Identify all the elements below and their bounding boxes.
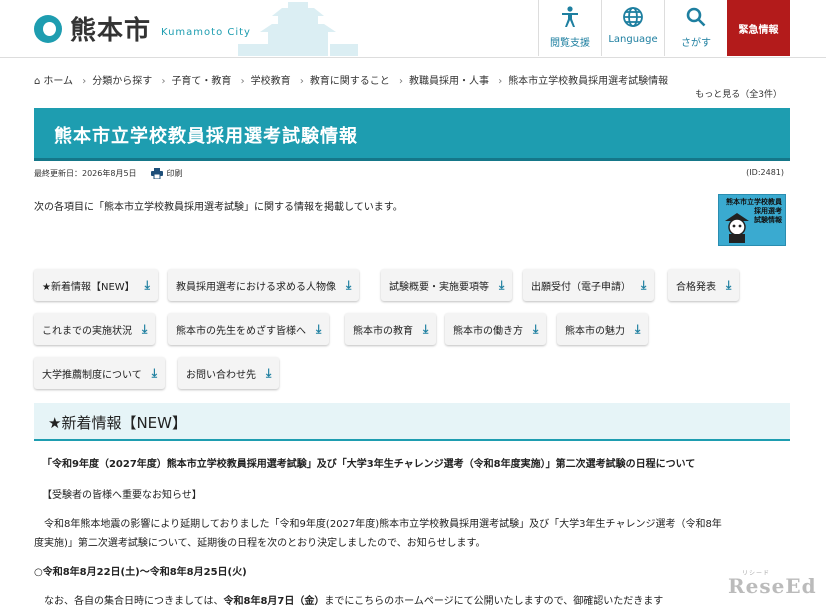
exam-info-banner[interactable]: 熊本市立学校教員 採用選考 試験情報 (718, 194, 786, 246)
watermark-main: ReseEd (728, 574, 817, 598)
logo-text: 熊本市 (70, 16, 152, 46)
language-button[interactable]: Language (601, 0, 664, 56)
anchor-link-application[interactable]: 出願受付（電子申請） ⤓ (523, 269, 655, 301)
body-text: なお、各自の集合日時につきましては、 (44, 596, 224, 607)
section-heading-new: ★新着情報【NEW】 (34, 403, 790, 441)
anchor-link-ideal-person[interactable]: 教員採用選考における求める人物像 ⤓ (168, 269, 360, 301)
last-updated: 最終更新日：2026年8月5日 (34, 169, 137, 178)
watermark-sub: リシード (742, 570, 771, 577)
printer-icon (150, 168, 163, 179)
search-label: さがす (681, 38, 711, 49)
section-title: ★新着情報【NEW】 (48, 414, 187, 432)
news-body-line1: 令和8年熊本地震の影響により延期しておりました「令和9年度(2027年度)熊本市… (44, 519, 722, 530)
news-body-line2: 度実施)」第二次選考試験について、延期後の日程を次のとおり決定しましたので、お知… (34, 538, 486, 549)
news-title: 「令和9年度（2027年度）熊本市立学校教員採用選考試験」及び「大学3年生チャレ… (42, 459, 696, 470)
notice-heading: 【受験者の皆様へ重要なお知らせ】 (42, 490, 202, 501)
intro-text: 次の各項目に「熊本市立学校教員採用選考試験」に関する情報を掲載しています。 (34, 202, 403, 213)
anchor-link-history[interactable]: これまでの実施状況 ⤓ (34, 313, 156, 345)
mascot-icon (725, 213, 749, 243)
breadcrumb-home[interactable]: ホーム (43, 76, 73, 87)
anchor-link-education[interactable]: 熊本市の教育 ⤓ (345, 313, 437, 345)
search-button[interactable]: さがす (664, 0, 727, 56)
page-title-band: 熊本市立学校教員採用選考試験情報 (34, 108, 790, 161)
anchor-link-new[interactable]: ★新着情報【NEW】 ⤓ (34, 269, 158, 301)
download-arrow-icon: ⤓ (151, 365, 158, 380)
breadcrumb-current: 熊本市立学校教員採用選考試験情報 (508, 76, 669, 87)
tag-label: お問い合わせ先 (186, 369, 256, 381)
page-title: 熊本市立学校教員採用選考試験情報 (54, 126, 358, 147)
body-text: までにこちらのホームページにて公開いたしますので、御確認いただきます (324, 596, 664, 607)
download-arrow-icon: ⤓ (266, 365, 272, 380)
chevron-right-icon: › (161, 76, 166, 87)
tag-label: 大学推薦制度について (42, 369, 142, 381)
download-arrow-icon: ⤓ (142, 321, 148, 336)
download-arrow-icon: ⤓ (726, 277, 732, 292)
anchor-link-for-candidates[interactable]: 熊本市の先生をめざす皆様へ ⤓ (168, 313, 330, 345)
tag-label: 教員採用選考における求める人物像 (176, 281, 336, 293)
accessibility-icon (539, 0, 601, 34)
tag-label: 合格発表 (676, 281, 716, 293)
city-emblem-icon (34, 14, 62, 43)
tag-label: 出願受付（電子申請） (531, 281, 631, 293)
deadline-date: 令和8年8月7日（金） (223, 596, 325, 607)
tag-label: ★新着情報【NEW】 (42, 281, 135, 293)
tag-label: 熊本市の魅力 (565, 325, 625, 337)
castle-illustration-icon (238, 2, 358, 56)
accessibility-button[interactable]: 閲覧支援 (538, 0, 601, 56)
home-icon: ⌂ (34, 76, 41, 87)
chevron-right-icon: › (299, 76, 304, 87)
breadcrumb: ⌂ ホーム › 分類から探す › 子育て・教育 › 学校教育 › 教育に関すること › 教職… (34, 72, 674, 87)
breadcrumb-item[interactable]: 学校教育 (251, 76, 291, 87)
search-icon (665, 0, 727, 34)
page-meta: 最終更新日：2026年8月5日 印刷 (34, 168, 183, 179)
chevron-right-icon: › (399, 76, 403, 87)
chevron-right-icon: › (498, 76, 503, 87)
accessibility-label: 閲覧支援 (550, 38, 590, 49)
anchor-link-appeal[interactable]: 熊本市の魅力 ⤓ (557, 313, 649, 345)
print-button[interactable]: 印刷 (150, 168, 183, 179)
breadcrumb-item[interactable]: 教育に関すること (310, 76, 390, 87)
tag-label: これまでの実施状況 (42, 325, 132, 337)
site-logo[interactable]: 熊本市 Kumamoto City (34, 10, 251, 47)
anchor-link-results[interactable]: 合格発表 ⤓ (668, 269, 740, 301)
download-arrow-icon: ⤓ (423, 321, 429, 336)
chevron-right-icon: › (240, 76, 245, 87)
tag-label: 熊本市の先生をめざす皆様へ (176, 325, 306, 337)
more-link[interactable]: もっと見る（全3件） (695, 87, 782, 100)
breadcrumb-item[interactable]: 教職員採用・人事 (409, 76, 489, 87)
globe-icon (602, 0, 664, 34)
anchor-link-contact[interactable]: お問い合わせ先 ⤓ (178, 357, 280, 389)
tag-label: 熊本市の教育 (353, 325, 413, 337)
download-arrow-icon: ⤓ (316, 321, 322, 336)
download-arrow-icon: ⤓ (635, 321, 641, 336)
site-header: 熊本市 Kumamoto City 閲覧支援 Language さがす 緊急情報 (0, 0, 826, 58)
download-arrow-icon: ⤓ (346, 277, 352, 292)
page-id: (ID:2481) (746, 168, 784, 177)
anchor-link-overview[interactable]: 試験概要・実施要項等 ⤓ (381, 269, 513, 301)
download-arrow-icon: ⤓ (533, 321, 539, 336)
exam-date: ○令和8年8月22日(土)〜令和8年8月25日(火) (34, 567, 247, 578)
download-arrow-icon: ⤓ (499, 277, 505, 292)
anchor-link-workstyle[interactable]: 熊本市の働き方 ⤓ (445, 313, 547, 345)
chevron-right-icon: › (82, 76, 87, 87)
emergency-info-button[interactable]: 緊急情報 (727, 0, 790, 56)
news-body-line3: なお、各自の集合日時につきましては、令和8年8月7日（金）までにこちらのホームペ… (44, 592, 663, 607)
breadcrumb-item[interactable]: 子育て・教育 (171, 76, 231, 87)
anchor-link-university-recommendation[interactable]: 大学推薦制度について ⤓ (34, 357, 166, 389)
tag-label: 熊本市の働き方 (453, 325, 523, 337)
breadcrumb-item[interactable]: 分類から探す (92, 76, 152, 87)
download-arrow-icon: ⤓ (144, 277, 150, 292)
tag-label: 試験概要・実施要項等 (389, 281, 489, 293)
language-label: Language (608, 34, 658, 45)
watermark-logo: リシード ReseEd (728, 570, 817, 598)
print-label: 印刷 (166, 169, 183, 178)
download-arrow-icon: ⤓ (641, 277, 647, 292)
